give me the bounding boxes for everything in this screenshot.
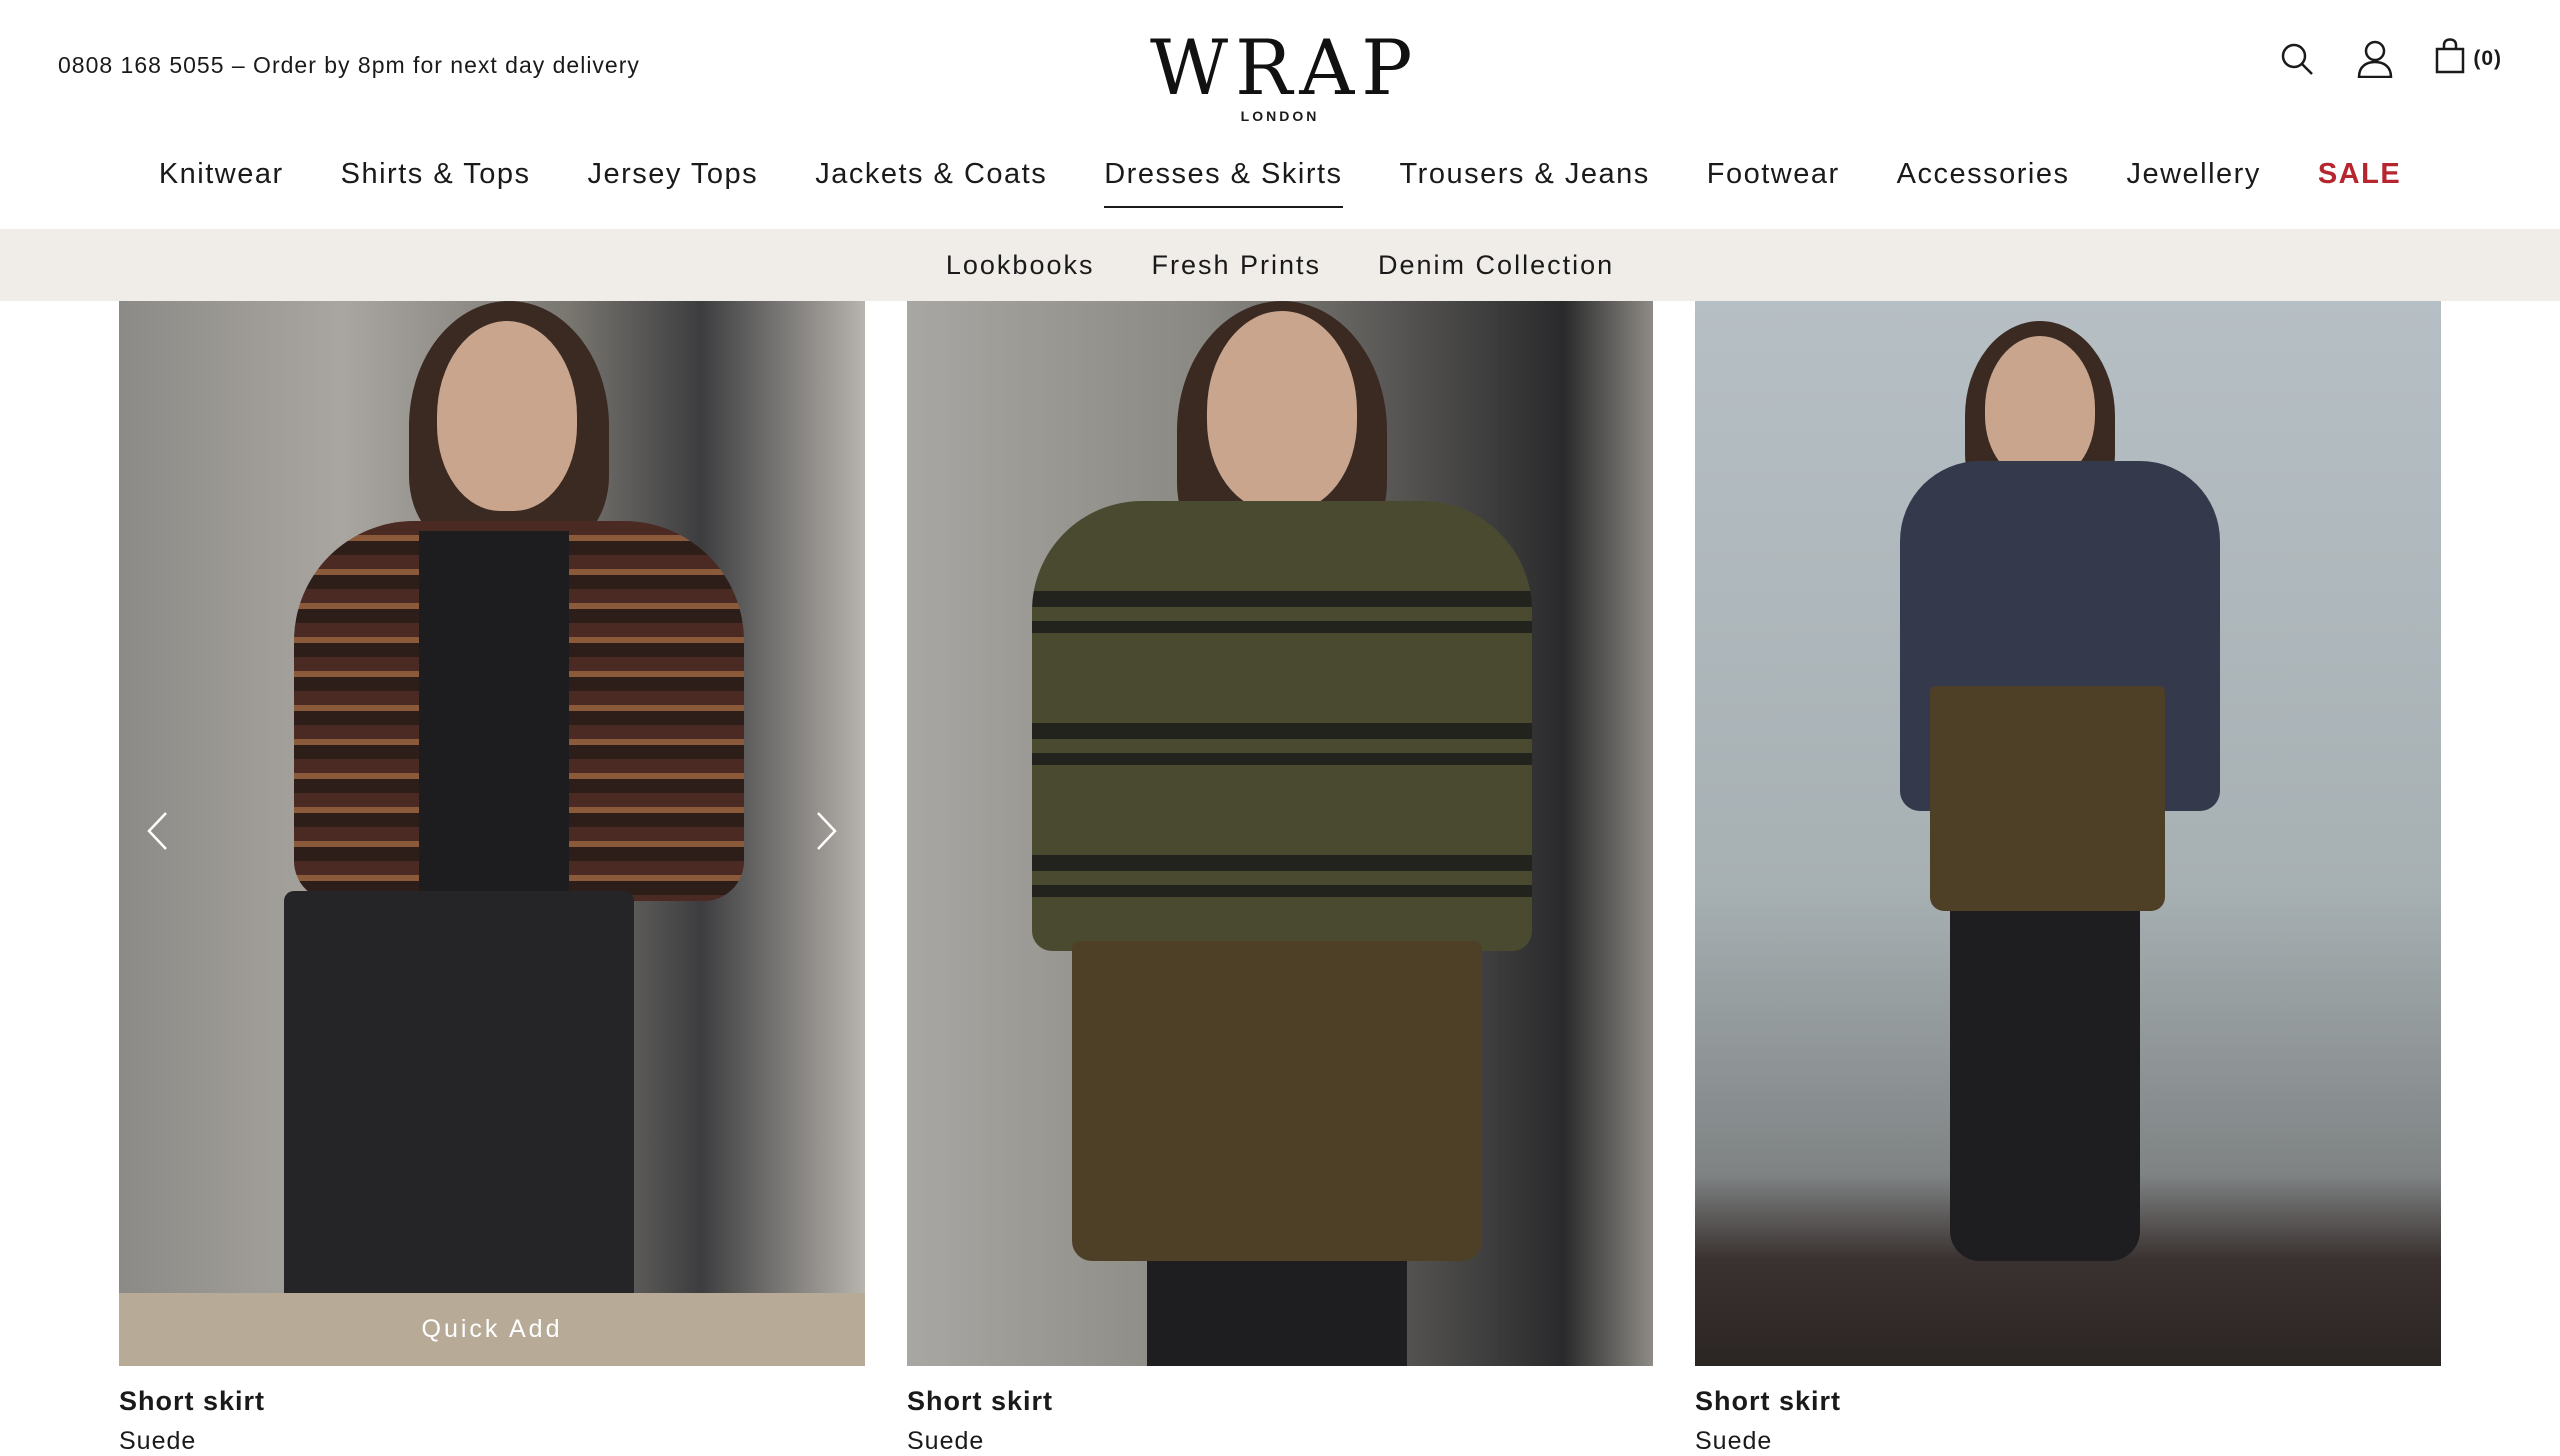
product-card[interactable]: Short skirt Suede (907, 301, 1653, 1456)
suede-skirt (1072, 941, 1482, 1261)
product-image[interactable] (1695, 301, 2441, 1366)
bag-icon (2435, 38, 2465, 79)
header-icons: (0) (2279, 38, 2502, 79)
model-legs (1950, 911, 2140, 1261)
search-icon[interactable] (2279, 39, 2315, 79)
nav-item-dresses-skirts[interactable]: Dresses & Skirts (1104, 158, 1343, 208)
sub-navigation: Lookbooks Fresh Prints Denim Collection (0, 229, 2560, 301)
product-name[interactable]: Short skirt (907, 1386, 1653, 1417)
nav-item-jewellery[interactable]: Jewellery (2126, 158, 2260, 208)
subnav-item-fresh-prints[interactable]: Fresh Prints (1151, 250, 1321, 281)
delivery-promo: 0808 168 5055 – Order by 8pm for next da… (58, 52, 640, 78)
product-card[interactable]: Short skirt Suede (1695, 301, 2441, 1456)
model-legs (1147, 1261, 1407, 1366)
nav-item-knitwear[interactable]: Knitwear (159, 158, 284, 208)
account-icon[interactable] (2357, 39, 2393, 79)
subnav-item-lookbooks[interactable]: Lookbooks (946, 250, 1095, 281)
logo-wordmark: WRAP (1150, 23, 1420, 112)
product-image[interactable] (907, 301, 1653, 1366)
nav-item-trousers-jeans[interactable]: Trousers & Jeans (1400, 158, 1650, 208)
model-face (1985, 336, 2095, 481)
nav-item-accessories[interactable]: Accessories (1897, 158, 2070, 208)
product-name[interactable]: Short skirt (1695, 1386, 2441, 1417)
black-skirt (284, 891, 634, 1293)
carousel-next-button[interactable] (807, 801, 847, 861)
nav-item-sale[interactable]: SALE (2318, 158, 2401, 208)
main-navigation: Knitwear Shirts & Tops Jersey Tops Jacke… (0, 158, 2560, 208)
product-name[interactable]: Short skirt (119, 1386, 865, 1417)
nav-item-shirts-tops[interactable]: Shirts & Tops (341, 158, 531, 208)
product-image[interactable]: Quick Add (119, 301, 865, 1366)
product-card[interactable]: Quick Add Short skirt Suede (119, 301, 865, 1456)
black-turtleneck (419, 531, 569, 911)
product-material: Suede (119, 1427, 197, 1455)
product-material: Suede (907, 1427, 985, 1455)
site-header: 0808 168 5055 – Order by 8pm for next da… (0, 0, 2560, 140)
nav-item-jackets-coats[interactable]: Jackets & Coats (815, 158, 1047, 208)
model-face (437, 321, 577, 511)
model-face (1207, 311, 1357, 511)
nav-item-jersey-tops[interactable]: Jersey Tops (587, 158, 758, 208)
product-material: Suede (1695, 1427, 1773, 1455)
subnav-item-denim-collection[interactable]: Denim Collection (1378, 250, 1614, 281)
carousel-prev-button[interactable] (137, 801, 177, 861)
knit-polo-top (1032, 501, 1532, 951)
nav-item-footwear[interactable]: Footwear (1707, 158, 1840, 208)
cart-button[interactable]: (0) (2435, 38, 2502, 79)
cart-count: (0) (2473, 46, 2502, 70)
wrap-logo[interactable]: WRAP LONDON (1150, 23, 1420, 125)
suede-skirt (1930, 686, 2165, 911)
quick-add-button[interactable]: Quick Add (119, 1293, 865, 1366)
